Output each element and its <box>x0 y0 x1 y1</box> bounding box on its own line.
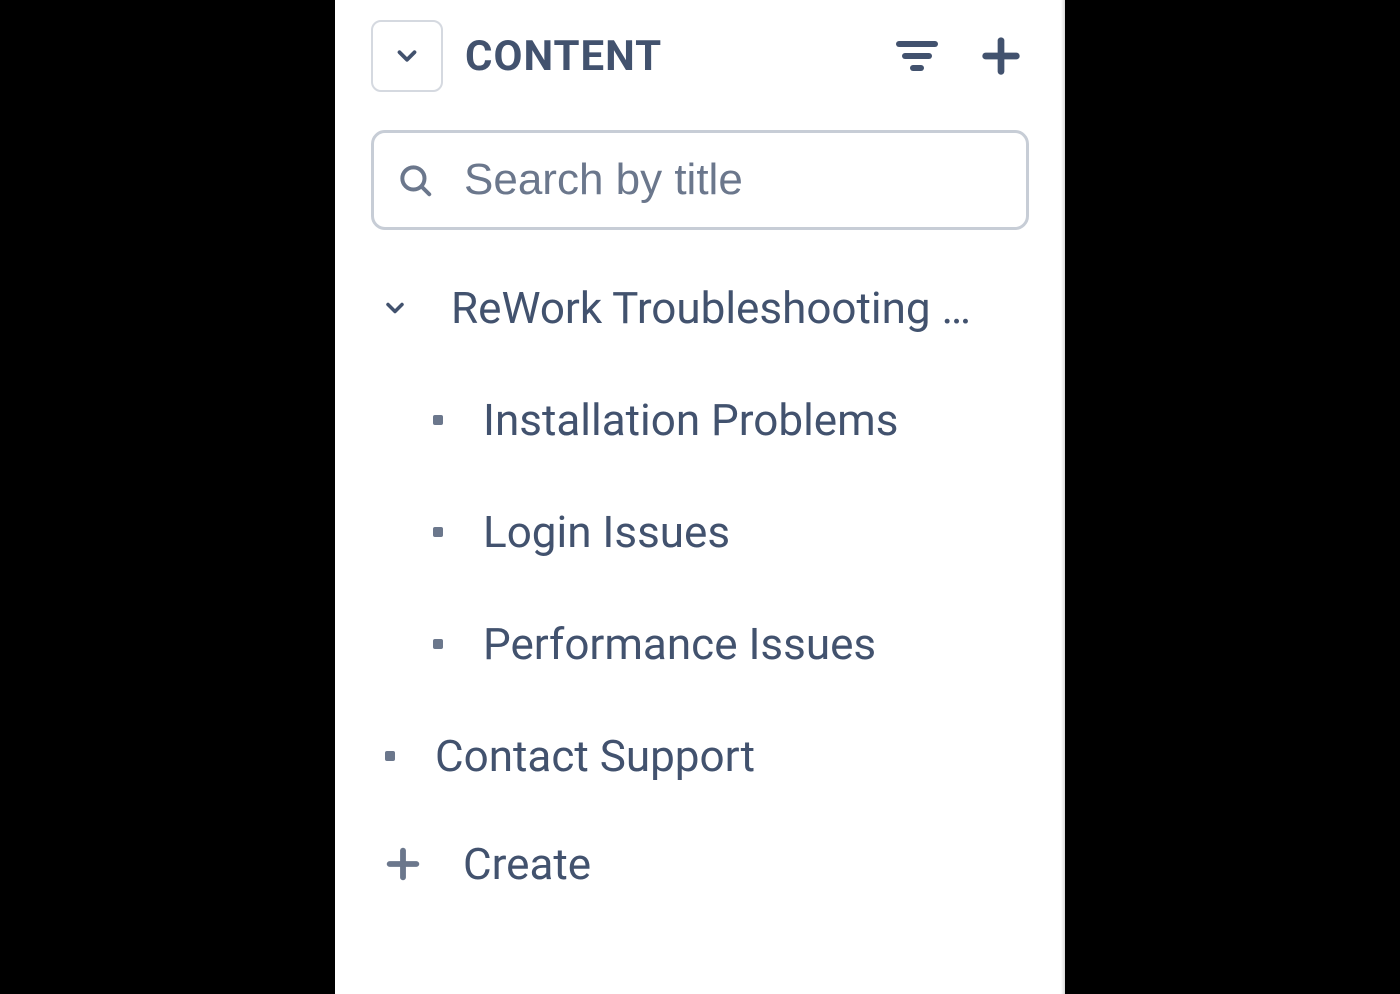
panel-header: CONTENT <box>371 20 1029 92</box>
tree-children: Installation Problems Login Issues Perfo… <box>371 394 1029 670</box>
content-tree: ReWork Troubleshooting … Installation Pr… <box>371 282 1029 782</box>
filter-icon <box>893 32 941 80</box>
tree-item-root[interactable]: ReWork Troubleshooting … <box>371 282 1029 334</box>
plus-icon <box>978 33 1024 79</box>
filter-button[interactable] <box>889 28 945 84</box>
content-panel: CONTENT <box>335 0 1065 994</box>
collapse-section-button[interactable] <box>371 20 443 92</box>
tree-item[interactable]: Login Issues <box>433 506 1029 558</box>
tree-item-label: Login Issues <box>483 506 730 558</box>
chevron-down-icon[interactable] <box>371 294 419 322</box>
create-label: Create <box>463 838 591 890</box>
tree-item-label: Installation Problems <box>483 394 898 446</box>
search-icon <box>396 161 434 199</box>
tree-item[interactable]: Contact Support <box>371 730 1029 782</box>
bullet-icon <box>433 639 443 649</box>
add-button[interactable] <box>973 28 1029 84</box>
bullet-icon <box>433 415 443 425</box>
panel-title: CONTENT <box>465 32 867 81</box>
tree-item-label: Contact Support <box>435 730 755 782</box>
tree-item-label: Performance Issues <box>483 618 876 670</box>
header-actions <box>889 28 1029 84</box>
chevron-down-icon <box>392 41 422 71</box>
search-input[interactable] <box>464 155 1004 205</box>
search-box[interactable] <box>371 130 1029 230</box>
tree-item[interactable]: Installation Problems <box>433 394 1029 446</box>
create-button[interactable]: Create <box>371 838 1029 890</box>
plus-icon <box>379 840 427 888</box>
bullet-icon <box>385 751 395 761</box>
tree-item-label: ReWork Troubleshooting … <box>451 282 971 334</box>
bullet-icon <box>433 527 443 537</box>
tree-item[interactable]: Performance Issues <box>433 618 1029 670</box>
